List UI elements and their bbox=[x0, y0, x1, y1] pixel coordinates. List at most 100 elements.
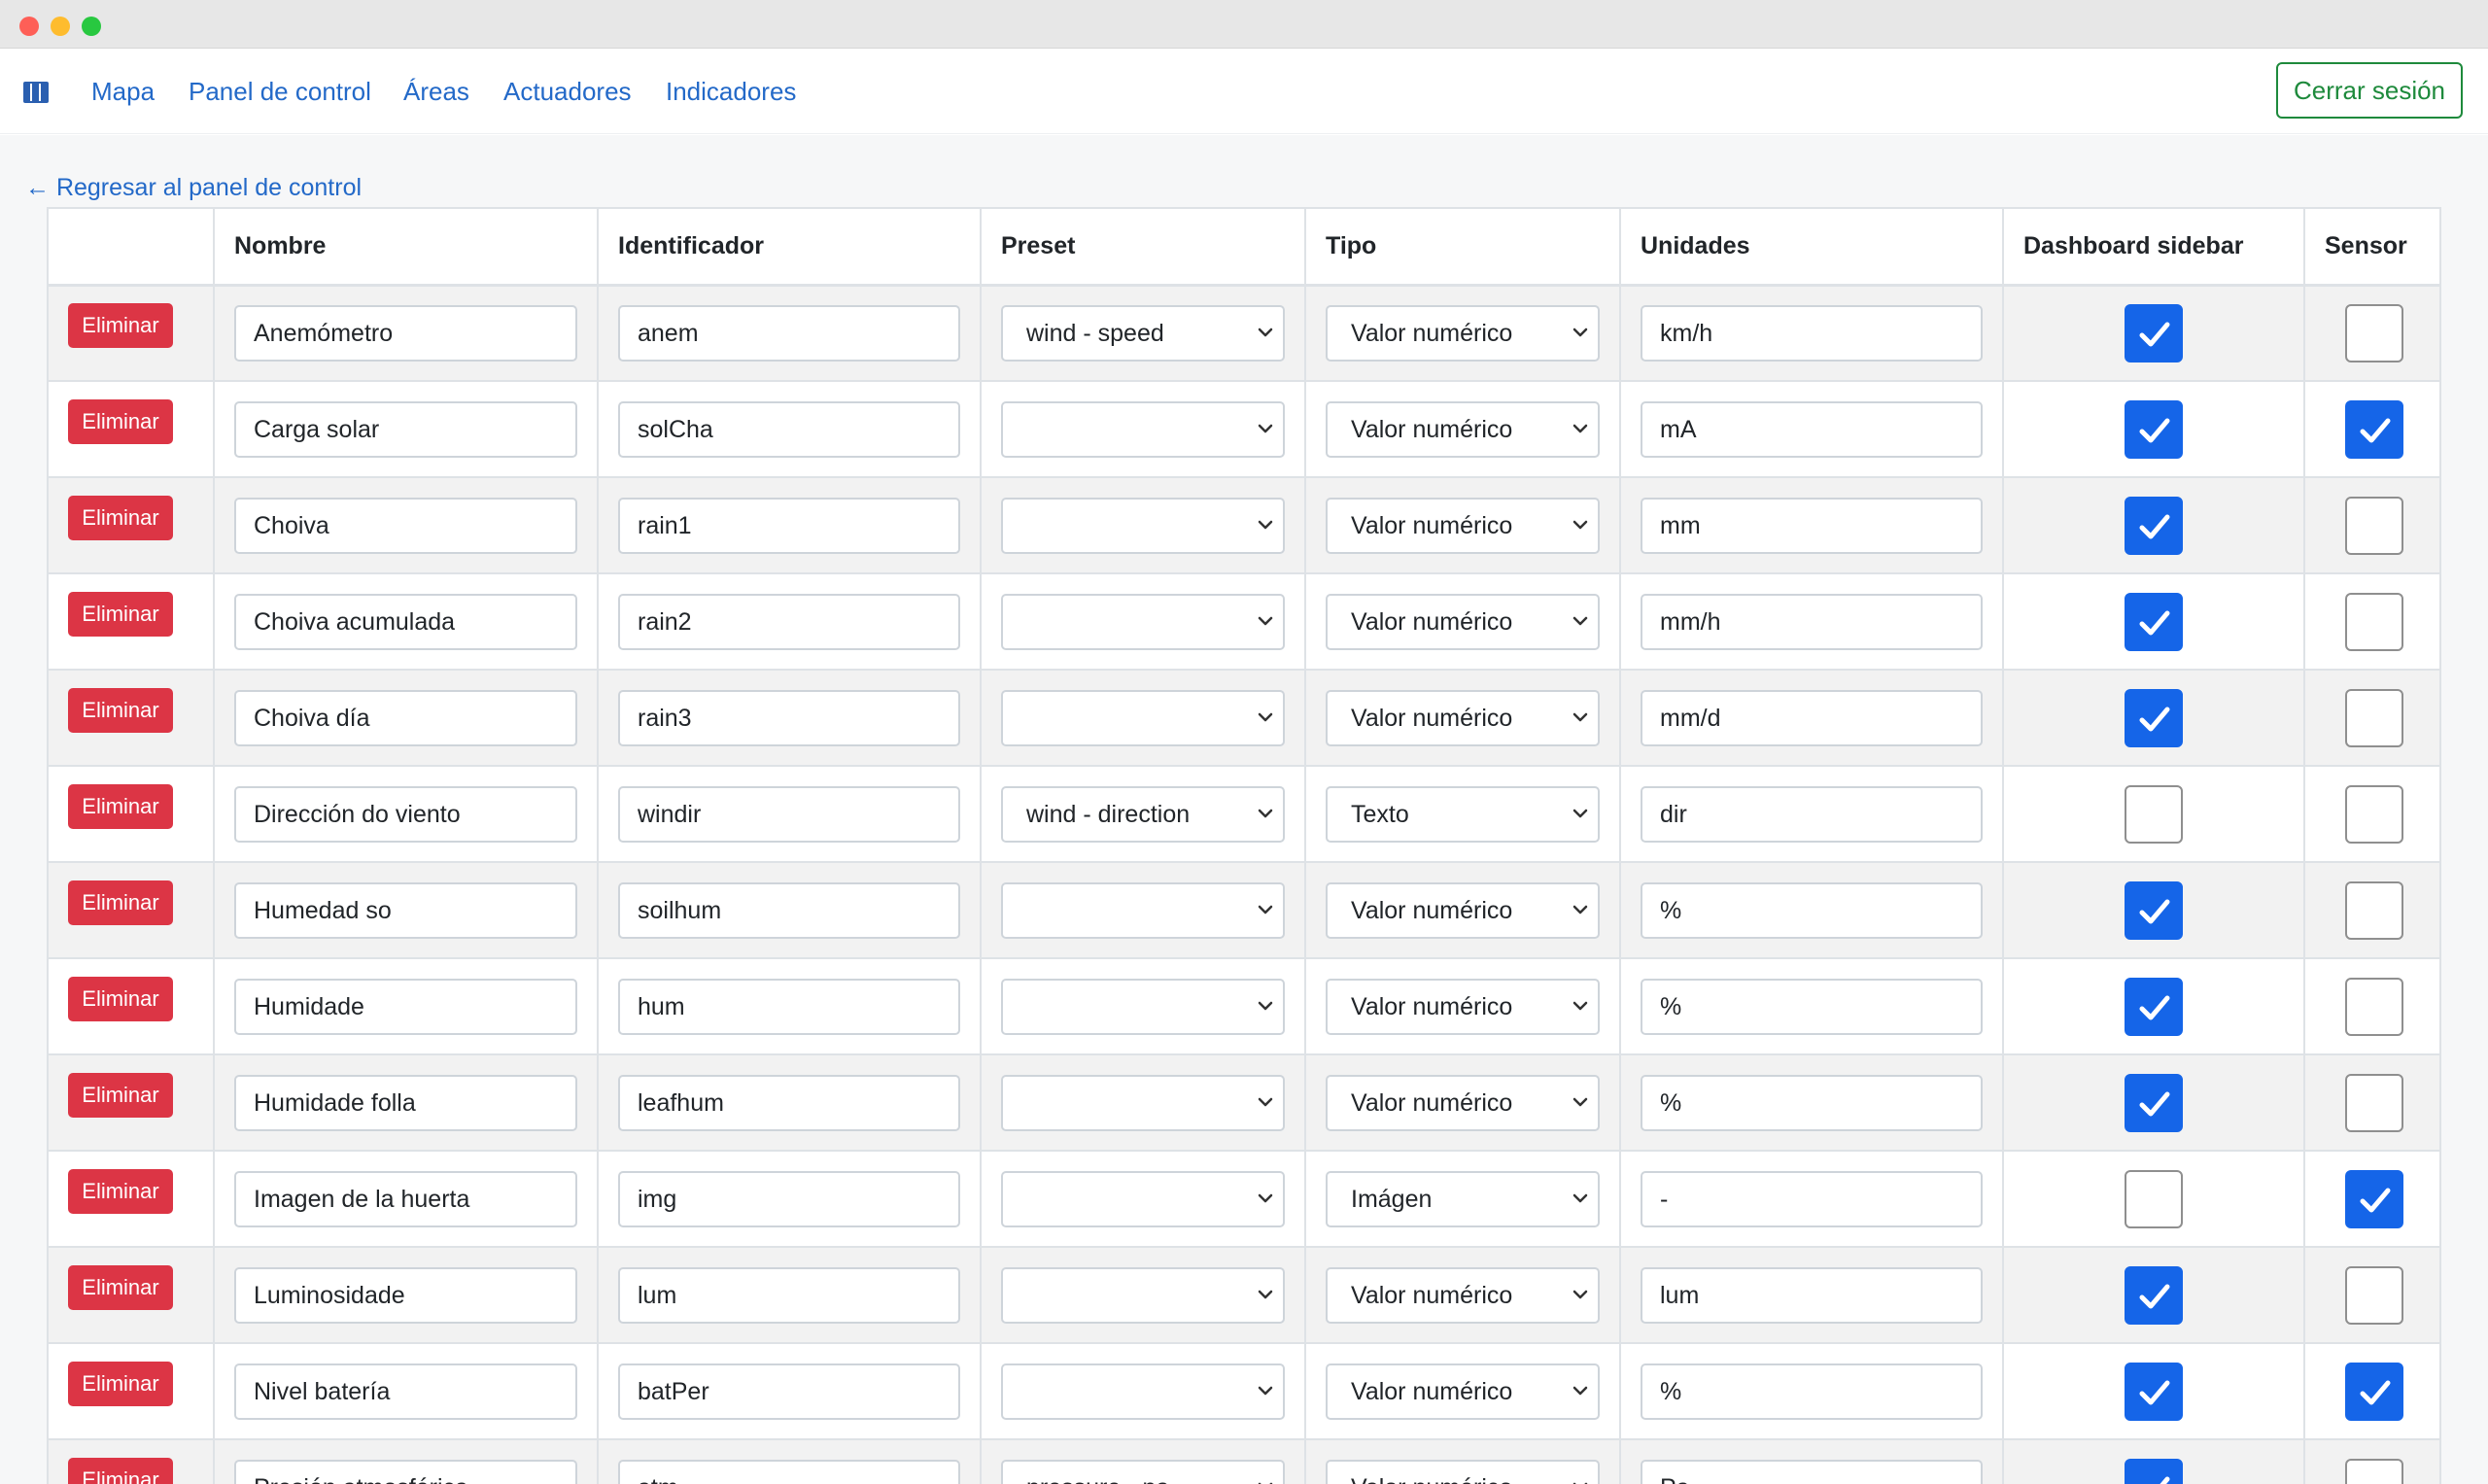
units-input[interactable]: mm/h bbox=[1641, 593, 1983, 650]
maximize-window-button[interactable] bbox=[82, 17, 101, 36]
delete-button[interactable]: Eliminar bbox=[68, 880, 173, 925]
dashboard-sidebar-checkbox[interactable] bbox=[2125, 399, 2183, 459]
name-input[interactable]: Presión atmosférica bbox=[234, 1459, 577, 1484]
name-input[interactable]: Humedad so bbox=[234, 881, 577, 939]
delete-button[interactable]: Eliminar bbox=[68, 783, 173, 829]
preset-select[interactable] bbox=[1001, 1266, 1285, 1324]
units-input[interactable]: % bbox=[1641, 1363, 1983, 1420]
delete-button[interactable]: Eliminar bbox=[68, 1264, 173, 1310]
dashboard-sidebar-checkbox[interactable] bbox=[2125, 1458, 2183, 1484]
delete-button[interactable]: Eliminar bbox=[68, 687, 173, 733]
units-input[interactable]: dir bbox=[1641, 785, 1983, 843]
identifier-input[interactable]: atm bbox=[618, 1459, 960, 1484]
dashboard-sidebar-checkbox[interactable] bbox=[2125, 496, 2183, 555]
identifier-input[interactable]: rain3 bbox=[618, 689, 960, 746]
sensor-checkbox[interactable] bbox=[2345, 784, 2403, 844]
sensor-checkbox[interactable] bbox=[2345, 592, 2403, 651]
name-input[interactable]: Anemómetro bbox=[234, 304, 577, 362]
preset-select[interactable] bbox=[1001, 497, 1285, 554]
units-input[interactable]: - bbox=[1641, 1170, 1983, 1227]
sensor-checkbox[interactable] bbox=[2345, 1362, 2403, 1421]
type-select[interactable]: Texto bbox=[1326, 785, 1600, 843]
identifier-input[interactable]: hum bbox=[618, 978, 960, 1035]
logout-button[interactable]: Cerrar sesión bbox=[2276, 62, 2463, 119]
units-input[interactable]: % bbox=[1641, 881, 1983, 939]
name-input[interactable]: Luminosidade bbox=[234, 1266, 577, 1324]
name-input[interactable]: Carga solar bbox=[234, 400, 577, 458]
dashboard-sidebar-checkbox[interactable] bbox=[2125, 1265, 2183, 1325]
dashboard-sidebar-checkbox[interactable] bbox=[2125, 592, 2183, 651]
dashboard-sidebar-checkbox[interactable] bbox=[2125, 1362, 2183, 1421]
units-input[interactable]: mA bbox=[1641, 400, 1983, 458]
nav-link-actuadores[interactable]: Actuadores bbox=[503, 76, 632, 107]
nav-link-panel-de-control[interactable]: Panel de control bbox=[189, 76, 371, 107]
type-select[interactable]: Valor numérico bbox=[1326, 689, 1600, 746]
preset-select[interactable] bbox=[1001, 1074, 1285, 1131]
type-select[interactable]: Valor numérico bbox=[1326, 497, 1600, 554]
nav-link-mapa[interactable]: Mapa bbox=[91, 76, 155, 107]
nav-link-areas[interactable]: Áreas bbox=[403, 76, 469, 107]
sensor-checkbox[interactable] bbox=[2345, 1073, 2403, 1132]
dashboard-sidebar-checkbox[interactable] bbox=[2125, 977, 2183, 1036]
sensor-checkbox[interactable] bbox=[2345, 688, 2403, 747]
sensor-checkbox[interactable] bbox=[2345, 1169, 2403, 1228]
preset-select[interactable]: wind - speed bbox=[1001, 304, 1285, 362]
preset-select[interactable] bbox=[1001, 593, 1285, 650]
name-input[interactable]: Nivel batería bbox=[234, 1363, 577, 1420]
name-input[interactable]: Humidade bbox=[234, 978, 577, 1035]
units-input[interactable]: % bbox=[1641, 1074, 1983, 1131]
name-input[interactable]: Imagen de la huerta bbox=[234, 1170, 577, 1227]
identifier-input[interactable]: rain1 bbox=[618, 497, 960, 554]
type-select[interactable]: Valor numérico bbox=[1326, 593, 1600, 650]
units-input[interactable]: mm bbox=[1641, 497, 1983, 554]
delete-button[interactable]: Eliminar bbox=[68, 302, 173, 348]
dashboard-sidebar-checkbox[interactable] bbox=[2125, 688, 2183, 747]
dashboard-sidebar-checkbox[interactable] bbox=[2125, 784, 2183, 844]
units-input[interactable]: Pa bbox=[1641, 1459, 1983, 1484]
delete-button[interactable]: Eliminar bbox=[68, 1072, 173, 1118]
dashboard-sidebar-checkbox[interactable] bbox=[2125, 1073, 2183, 1132]
units-input[interactable]: mm/d bbox=[1641, 689, 1983, 746]
type-select[interactable]: Valor numérico bbox=[1326, 978, 1600, 1035]
sensor-checkbox[interactable] bbox=[2345, 977, 2403, 1036]
delete-button[interactable]: Eliminar bbox=[68, 1361, 173, 1406]
type-select[interactable]: Imágen bbox=[1326, 1170, 1600, 1227]
preset-select[interactable]: wind - direction bbox=[1001, 785, 1285, 843]
nav-link-indicadores[interactable]: Indicadores bbox=[666, 76, 796, 107]
type-select[interactable]: Valor numérico bbox=[1326, 1266, 1600, 1324]
units-input[interactable]: lum bbox=[1641, 1266, 1983, 1324]
close-window-button[interactable] bbox=[19, 17, 39, 36]
map-icon[interactable] bbox=[23, 82, 49, 103]
sensor-checkbox[interactable] bbox=[2345, 496, 2403, 555]
type-select[interactable]: Valor numérico bbox=[1326, 400, 1600, 458]
preset-select[interactable] bbox=[1001, 1363, 1285, 1420]
units-input[interactable]: % bbox=[1641, 978, 1983, 1035]
delete-button[interactable]: Eliminar bbox=[68, 1457, 173, 1484]
preset-select[interactable] bbox=[1001, 689, 1285, 746]
identifier-input[interactable]: lum bbox=[618, 1266, 960, 1324]
sensor-checkbox[interactable] bbox=[2345, 303, 2403, 362]
sensor-checkbox[interactable] bbox=[2345, 1265, 2403, 1325]
type-select[interactable]: Valor numérico bbox=[1326, 1074, 1600, 1131]
type-select[interactable]: Valor numérico bbox=[1326, 304, 1600, 362]
dashboard-sidebar-checkbox[interactable] bbox=[2125, 303, 2183, 362]
identifier-input[interactable]: batPer bbox=[618, 1363, 960, 1420]
preset-select[interactable] bbox=[1001, 1170, 1285, 1227]
minimize-window-button[interactable] bbox=[51, 17, 70, 36]
name-input[interactable]: Choiva bbox=[234, 497, 577, 554]
type-select[interactable]: Valor numérico bbox=[1326, 1363, 1600, 1420]
identifier-input[interactable]: windir bbox=[618, 785, 960, 843]
identifier-input[interactable]: rain2 bbox=[618, 593, 960, 650]
name-input[interactable]: Humidade folla bbox=[234, 1074, 577, 1131]
delete-button[interactable]: Eliminar bbox=[68, 976, 173, 1021]
dashboard-sidebar-checkbox[interactable] bbox=[2125, 1169, 2183, 1228]
preset-select[interactable] bbox=[1001, 881, 1285, 939]
identifier-input[interactable]: leafhum bbox=[618, 1074, 960, 1131]
identifier-input[interactable]: anem bbox=[618, 304, 960, 362]
type-select[interactable]: Valor numérico bbox=[1326, 881, 1600, 939]
preset-select[interactable] bbox=[1001, 400, 1285, 458]
sensor-checkbox[interactable] bbox=[2345, 880, 2403, 940]
name-input[interactable]: Choiva acumulada bbox=[234, 593, 577, 650]
dashboard-sidebar-checkbox[interactable] bbox=[2125, 880, 2183, 940]
type-select[interactable]: Valor numérico bbox=[1326, 1459, 1600, 1484]
